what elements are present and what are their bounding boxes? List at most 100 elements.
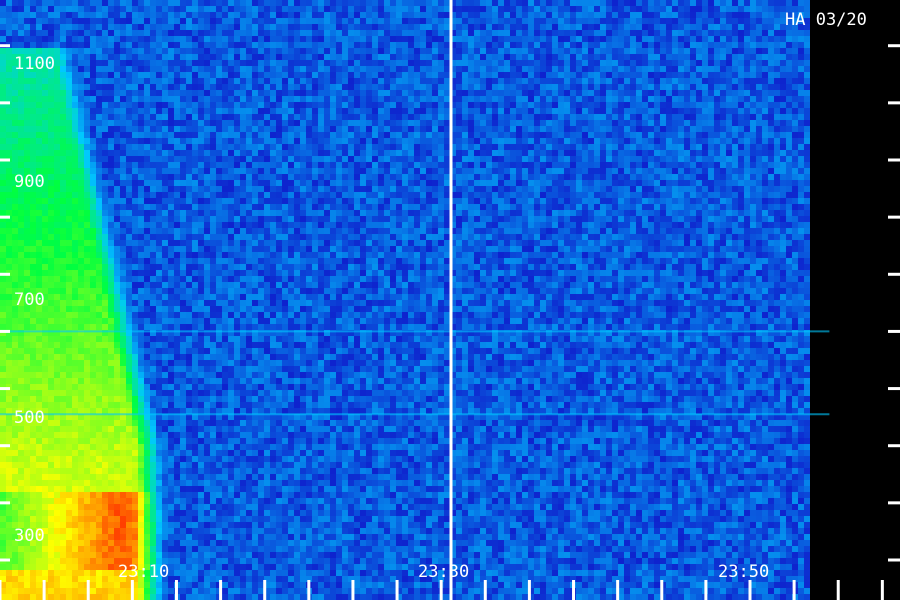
heatmap-cell — [504, 72, 510, 78]
heatmap-cell — [468, 132, 474, 138]
heatmap-cell — [66, 186, 72, 192]
heatmap-cell — [246, 78, 252, 84]
heatmap-cell — [672, 132, 678, 138]
heatmap-cell — [492, 60, 498, 66]
heatmap-cell — [576, 90, 582, 96]
heatmap-cell — [384, 186, 390, 192]
heatmap-cell — [162, 36, 168, 42]
heatmap-cell — [804, 0, 810, 6]
heatmap-cell — [762, 210, 768, 216]
heatmap-cell — [84, 6, 90, 12]
heatmap-cell — [420, 114, 426, 120]
heatmap-cell — [90, 48, 96, 54]
heatmap-cell — [84, 216, 90, 222]
heatmap-cell — [192, 72, 198, 78]
heatmap-cell — [306, 78, 312, 84]
heatmap-cell — [120, 12, 126, 18]
heatmap-cell — [792, 72, 798, 78]
heatmap-cell — [492, 210, 498, 216]
heatmap-cell — [588, 144, 594, 150]
heatmap-cell — [492, 18, 498, 24]
heatmap-cell — [72, 78, 78, 84]
heatmap-cell — [420, 162, 426, 168]
heatmap-cell — [282, 102, 288, 108]
heatmap-cell — [678, 108, 684, 114]
heatmap-cell — [756, 216, 762, 222]
heatmap-cell — [324, 132, 330, 138]
heatmap-cell — [408, 42, 414, 48]
heatmap-cell — [618, 180, 624, 186]
heatmap-cell — [258, 72, 264, 78]
heatmap-cell — [240, 60, 246, 66]
heatmap-cell — [354, 6, 360, 12]
heatmap-cell — [594, 150, 600, 156]
heatmap-cell — [606, 0, 612, 6]
heatmap-cell — [306, 150, 312, 156]
heatmap-cell — [732, 12, 738, 18]
heatmap-cell — [756, 78, 762, 84]
heatmap-cell — [534, 84, 540, 90]
heatmap-cell — [72, 168, 78, 174]
heatmap-cell — [48, 12, 54, 18]
heatmap-cell — [102, 144, 108, 150]
heatmap-cell — [354, 42, 360, 48]
heatmap-cell — [24, 90, 30, 96]
heatmap-cell — [288, 210, 294, 216]
heatmap-cell — [132, 12, 138, 18]
heatmap-cell — [804, 216, 810, 222]
heatmap-cell — [696, 54, 702, 60]
heatmap-cell — [708, 108, 714, 114]
heatmap-cell — [0, 12, 6, 18]
heatmap-cell — [684, 210, 690, 216]
heatmap-cell — [804, 48, 810, 54]
heatmap-cell — [354, 132, 360, 138]
heatmap-cell — [120, 186, 126, 192]
heatmap-cell — [324, 66, 330, 72]
heatmap-cell — [588, 90, 594, 96]
heatmap-cell — [552, 54, 558, 60]
heatmap-cell — [780, 210, 786, 216]
heatmap-cell — [624, 114, 630, 120]
heatmap-cell — [600, 18, 606, 24]
heatmap-cell — [78, 66, 84, 72]
heatmap-cell — [108, 18, 114, 24]
heatmap-cell — [798, 42, 804, 48]
heatmap-cell — [342, 210, 348, 216]
heatmap-cell — [726, 48, 732, 54]
heatmap-cell — [474, 102, 480, 108]
heatmap-cell — [402, 90, 408, 96]
heatmap-cell — [624, 162, 630, 168]
heatmap-cell — [366, 54, 372, 60]
heatmap-cell — [96, 210, 102, 216]
heatmap-cell — [564, 174, 570, 180]
heatmap-cell — [726, 174, 732, 180]
heatmap-cell — [324, 174, 330, 180]
heatmap-cell — [582, 150, 588, 156]
heatmap-cell — [486, 102, 492, 108]
heatmap-cell — [438, 186, 444, 192]
heatmap-cell — [144, 138, 150, 144]
heatmap-cell — [780, 114, 786, 120]
heatmap-cell — [678, 96, 684, 102]
heatmap-cell — [552, 78, 558, 84]
heatmap-cell — [240, 180, 246, 186]
heatmap-cell — [228, 12, 234, 18]
heatmap-cell — [534, 96, 540, 102]
heatmap-cell — [426, 120, 432, 126]
heatmap-cell — [96, 66, 102, 72]
heatmap-cell — [762, 30, 768, 36]
heatmap-cell — [282, 156, 288, 162]
heatmap-cell — [552, 66, 558, 72]
heatmap-cell — [762, 192, 768, 198]
heatmap-cell — [648, 186, 654, 192]
heatmap-cell — [66, 156, 72, 162]
heatmap-cell — [72, 156, 78, 162]
heatmap-cell — [324, 192, 330, 198]
heatmap-cell — [72, 102, 78, 108]
heatmap-cell — [336, 54, 342, 60]
heatmap-cell — [192, 36, 198, 42]
heatmap-cell — [804, 138, 810, 144]
heatmap-cell — [522, 198, 528, 204]
heatmap-cell — [12, 42, 18, 48]
heatmap-cell — [168, 162, 174, 168]
